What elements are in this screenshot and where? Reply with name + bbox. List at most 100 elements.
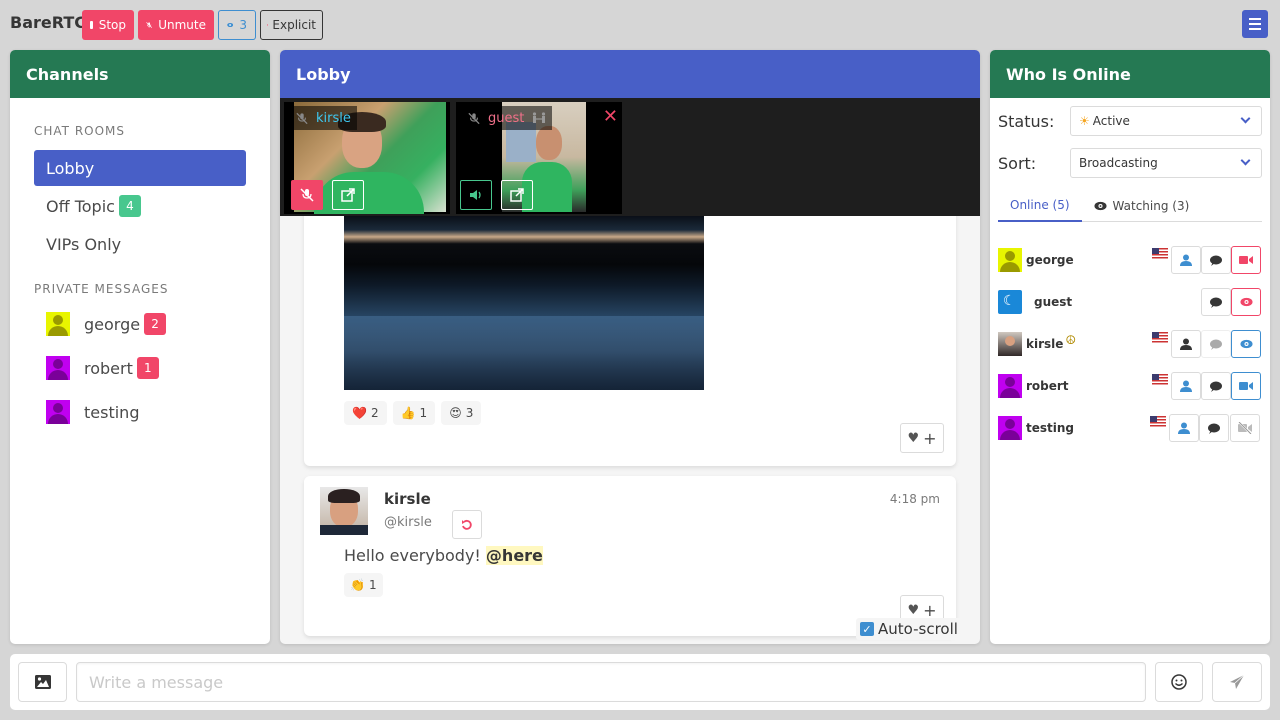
mute-video-button[interactable]	[291, 180, 323, 210]
send-dm-button[interactable]	[1201, 288, 1231, 316]
moon-icon: ☾	[1003, 293, 1016, 309]
send-dm-button[interactable]	[1201, 372, 1231, 400]
reaction-heart[interactable]: ❤️ 2	[344, 401, 387, 425]
watching-button[interactable]	[1231, 330, 1261, 358]
watchers-count: 3	[239, 18, 247, 32]
chat-bubble-icon	[1210, 339, 1222, 350]
sort-value: Broadcasting	[1079, 156, 1158, 170]
sort-select[interactable]: Broadcasting	[1070, 148, 1262, 178]
open-video-button[interactable]	[1231, 246, 1261, 274]
fire-icon	[267, 24, 269, 26]
pm-username: george	[84, 314, 141, 334]
send-dm-button[interactable]	[1201, 246, 1231, 274]
online-username[interactable]: robert	[1026, 379, 1069, 393]
view-profile-button[interactable]	[1171, 372, 1201, 400]
tab-watching[interactable]: Watching (3)	[1082, 190, 1202, 221]
user-icon	[1180, 338, 1192, 350]
volume-button[interactable]	[460, 180, 492, 210]
reaction-heart-eyes[interactable]: 😍 3	[441, 401, 482, 425]
watchers-button[interactable]: 3	[218, 10, 256, 40]
emoji-picker-button[interactable]	[1155, 662, 1203, 702]
room-vips-only[interactable]: VIPs Only	[34, 226, 246, 262]
upload-image-button[interactable]	[18, 662, 67, 702]
send-message-button[interactable]	[1212, 662, 1262, 702]
reactions-bar: ❤️ 2 👍 1 😍 3	[344, 401, 482, 425]
close-video-button[interactable]: ✕	[603, 106, 618, 127]
popout-video-button[interactable]	[332, 180, 364, 210]
microphone-slash-icon	[300, 188, 314, 202]
open-video-button[interactable]	[1231, 372, 1261, 400]
send-dm-button-disabled[interactable]	[1201, 330, 1231, 358]
video-feed-kirsle[interactable]: kirsle	[284, 102, 450, 214]
explicit-toggle-button[interactable]: Explicit	[260, 10, 323, 40]
send-dm-button[interactable]	[1199, 414, 1229, 442]
status-field: Status: ☀ Active	[998, 106, 1262, 136]
tab-online[interactable]: Online (5)	[998, 190, 1082, 222]
message-timestamp: 4:18 pm	[889, 492, 940, 506]
video-feed-guest[interactable]: guest ✕	[456, 102, 622, 214]
reaction-count: 3	[465, 406, 474, 420]
hamburger-menu-button[interactable]	[1242, 10, 1268, 38]
autoscroll-checkbox[interactable]: ✓	[860, 622, 874, 636]
private-messages-label: PRIVATE MESSAGES	[34, 282, 169, 296]
unmute-button[interactable]: Unmute	[138, 10, 214, 40]
autoscroll-label: Auto-scroll	[878, 620, 958, 638]
autoscroll-toggle[interactable]: ✓ Auto-scroll	[856, 618, 962, 640]
avatar	[46, 356, 70, 380]
online-username[interactable]: guest	[1034, 295, 1072, 309]
status-value: Active	[1092, 114, 1130, 128]
avatar[interactable]	[998, 416, 1022, 440]
stop-broadcast-button[interactable]: Stop	[82, 10, 134, 40]
smile-icon	[1171, 674, 1187, 690]
reaction-thumbs-up[interactable]: 👍 1	[392, 401, 436, 425]
avatar[interactable]	[998, 374, 1022, 398]
stop-label: Stop	[98, 18, 126, 32]
peace-sign-icon: ☮	[1065, 333, 1077, 347]
chevron-down-icon	[1240, 113, 1251, 124]
pm-testing[interactable]: testing	[34, 390, 246, 434]
online-username[interactable]: kirsle	[1026, 337, 1063, 351]
external-link-icon	[510, 188, 524, 202]
unread-badge: 1	[136, 357, 159, 379]
view-profile-button[interactable]	[1171, 330, 1201, 358]
message-card: kirsle @kirsle 4:18 pm Hello everybody! …	[304, 476, 956, 636]
user-avatar-kirsle[interactable]	[320, 487, 368, 535]
room-off-topic[interactable]: Off Topic 4	[34, 188, 246, 224]
chat-bubble-icon	[1210, 255, 1222, 266]
shared-photo[interactable]	[344, 216, 704, 390]
hamburger-icon-line	[1249, 28, 1261, 30]
avatar[interactable]: ☾	[998, 290, 1022, 314]
stop-icon	[90, 21, 93, 29]
message-username: kirsle	[384, 490, 431, 508]
private-messages-list: george 2 robert 1 testing	[34, 302, 246, 434]
us-flag-icon	[1152, 332, 1168, 343]
popout-video-button[interactable]	[501, 180, 533, 210]
video-off-button[interactable]	[1230, 414, 1260, 442]
tab-label: Watching (3)	[1112, 198, 1190, 213]
view-profile-button[interactable]	[1171, 246, 1201, 274]
eye-icon	[227, 22, 234, 28]
status-label: Status:	[998, 111, 1055, 131]
status-select[interactable]: ☀ Active	[1070, 106, 1262, 136]
online-username[interactable]: testing	[1026, 421, 1074, 435]
explicit-label: Explicit	[272, 18, 316, 32]
view-profile-button[interactable]	[1169, 414, 1199, 442]
takeback-message-button[interactable]	[452, 510, 482, 539]
us-flag-icon	[1152, 374, 1168, 385]
external-link-icon	[341, 188, 355, 202]
pm-robert[interactable]: robert 1	[34, 346, 246, 390]
room-lobby[interactable]: Lobby	[34, 150, 246, 186]
online-username[interactable]: george	[1026, 253, 1074, 267]
avatar[interactable]	[998, 332, 1022, 356]
pm-george[interactable]: george 2	[34, 302, 246, 346]
chevron-down-icon	[1240, 155, 1251, 166]
hamburger-icon-line	[1249, 23, 1261, 25]
message-body: Hello everybody! @here	[344, 546, 543, 565]
sort-label: Sort:	[998, 153, 1037, 173]
add-reaction-button[interactable]: ♥ +	[900, 423, 944, 453]
message-input[interactable]	[76, 662, 1146, 702]
reaction-clap[interactable]: 👏 1	[344, 573, 383, 597]
avatar[interactable]	[998, 248, 1022, 272]
lobby-header: Lobby	[280, 50, 980, 98]
watching-button[interactable]	[1231, 288, 1261, 316]
